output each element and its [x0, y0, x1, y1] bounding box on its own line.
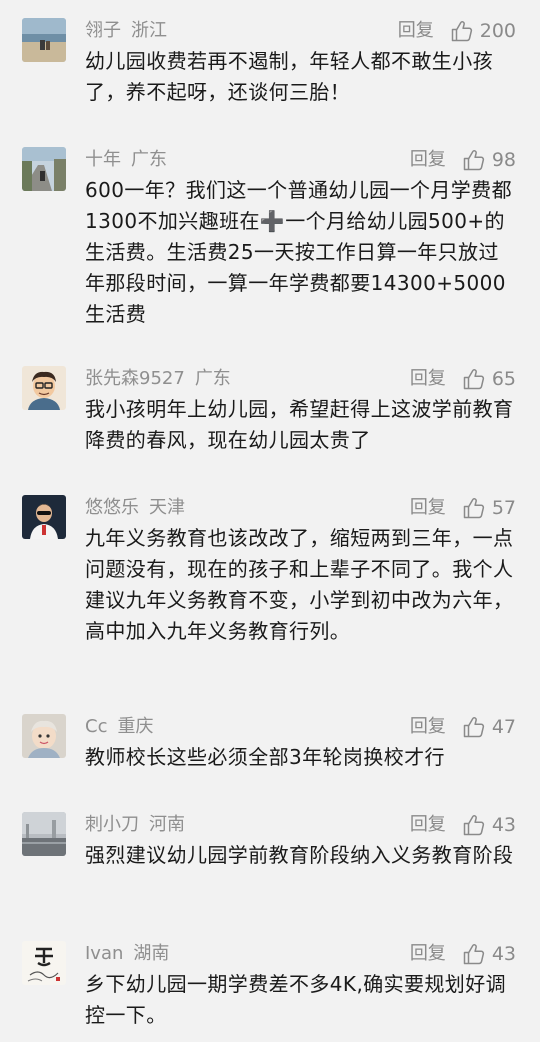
- comment-meta: Cc 重庆: [85, 714, 153, 740]
- like-count: 43: [491, 814, 516, 836]
- like-count: 47: [491, 716, 516, 738]
- like-count: 98: [491, 149, 516, 171]
- username[interactable]: Cc: [85, 716, 107, 737]
- username[interactable]: 刺小刀: [85, 814, 139, 835]
- avatar[interactable]: [22, 714, 66, 758]
- thumbs-up-icon: [463, 498, 484, 519]
- avatar[interactable]: [22, 147, 66, 191]
- like-count: 200: [479, 20, 516, 42]
- location: 浙江: [131, 20, 167, 41]
- like-count: 65: [491, 368, 516, 390]
- avatar[interactable]: [22, 495, 66, 539]
- reply-button[interactable]: 回复: [410, 366, 446, 392]
- avatar[interactable]: [22, 18, 66, 62]
- comment-actions: 回复 43: [410, 941, 516, 967]
- reply-button[interactable]: 回复: [398, 18, 434, 44]
- like-button[interactable]: 43: [462, 812, 516, 838]
- comment-meta: 张先森9527 广东: [85, 366, 231, 392]
- baby-photo-avatar-icon: [22, 714, 66, 758]
- thumbs-up-icon: [463, 369, 484, 390]
- comment-actions: 回复 65: [410, 366, 516, 392]
- comment-text: 教师校长这些必须全部3年轮岗换校才行: [85, 745, 445, 769]
- comment-actions: 回复 200: [398, 18, 516, 44]
- comment-actions: 回复 43: [410, 812, 516, 838]
- beach-photo-avatar-icon: [22, 18, 66, 62]
- comment-meta: 刺小刀 河南: [85, 812, 185, 838]
- reply-button[interactable]: 回复: [410, 812, 446, 838]
- comment-meta: 悠悠乐 天津: [85, 495, 185, 521]
- reply-button[interactable]: 回复: [410, 714, 446, 740]
- reply-button[interactable]: 回复: [410, 941, 446, 967]
- cartoon-man-avatar-icon: [22, 366, 66, 410]
- thumbs-up-icon: [463, 815, 484, 836]
- comment-actions: 回复 98: [410, 147, 516, 173]
- comment-text: 我小孩明年上幼儿园，希望赶得上这波学前教育降费的春风，现在幼儿园太贵了: [85, 397, 514, 452]
- comment-meta: 翎子 浙江: [85, 18, 167, 44]
- username[interactable]: 张先森9527: [85, 368, 185, 389]
- username[interactable]: 翎子: [85, 20, 121, 41]
- comment-text: 幼儿园收费若再不遏制，年轻人都不敢生小孩了，养不起呀，还谈何三胎！: [85, 49, 493, 104]
- location: 广东: [194, 368, 231, 389]
- comment-actions: 回复 47: [410, 714, 516, 740]
- comment-text: 乡下幼儿园一期学费差不多4K,确实要规划好调控一下。: [85, 972, 506, 1027]
- avatar[interactable]: [22, 941, 66, 985]
- calligraphy-avatar-icon: [22, 941, 66, 985]
- thumbs-up-icon: [463, 150, 484, 171]
- avatar[interactable]: [22, 366, 66, 410]
- thumbs-up-icon: [451, 21, 472, 42]
- location: 天津: [149, 497, 185, 518]
- location: 重庆: [117, 716, 154, 737]
- foggy-landscape-avatar-icon: [22, 812, 66, 856]
- like-button[interactable]: 57: [462, 495, 516, 521]
- username[interactable]: 十年: [85, 149, 121, 170]
- like-count: 57: [491, 497, 516, 519]
- comment-text: 600一年？我们这一个普通幼儿园一个月学费都1300不加兴趣班在➕一个月给幼儿园…: [85, 178, 512, 326]
- street-photo-avatar-icon: [22, 147, 66, 191]
- comment-actions: 回复 57: [410, 495, 516, 521]
- location: 河南: [149, 814, 185, 835]
- like-count: 43: [491, 943, 516, 965]
- comment-meta: 十年 广东: [85, 147, 167, 173]
- like-button[interactable]: 98: [462, 147, 516, 173]
- reply-button[interactable]: 回复: [410, 495, 446, 521]
- person-dark-avatar-icon: [22, 495, 66, 539]
- username[interactable]: Ivan: [85, 943, 123, 964]
- comment-text: 强烈建议幼儿园学前教育阶段纳入义务教育阶段: [85, 843, 514, 867]
- thumbs-up-icon: [463, 717, 484, 738]
- like-button[interactable]: 47: [462, 714, 516, 740]
- reply-button[interactable]: 回复: [410, 147, 446, 173]
- thumbs-up-icon: [463, 944, 484, 965]
- location: 广东: [131, 149, 167, 170]
- avatar[interactable]: [22, 812, 66, 856]
- location: 湖南: [133, 943, 170, 964]
- comment-text: 九年义务教育也该改改了，缩短两到三年，一点问题没有，现在的孩子和上辈子不同了。我…: [85, 526, 514, 643]
- comment-meta: Ivan 湖南: [85, 941, 169, 967]
- like-button[interactable]: 200: [450, 18, 516, 44]
- like-button[interactable]: 65: [462, 366, 516, 392]
- username[interactable]: 悠悠乐: [85, 497, 139, 518]
- like-button[interactable]: 43: [462, 941, 516, 967]
